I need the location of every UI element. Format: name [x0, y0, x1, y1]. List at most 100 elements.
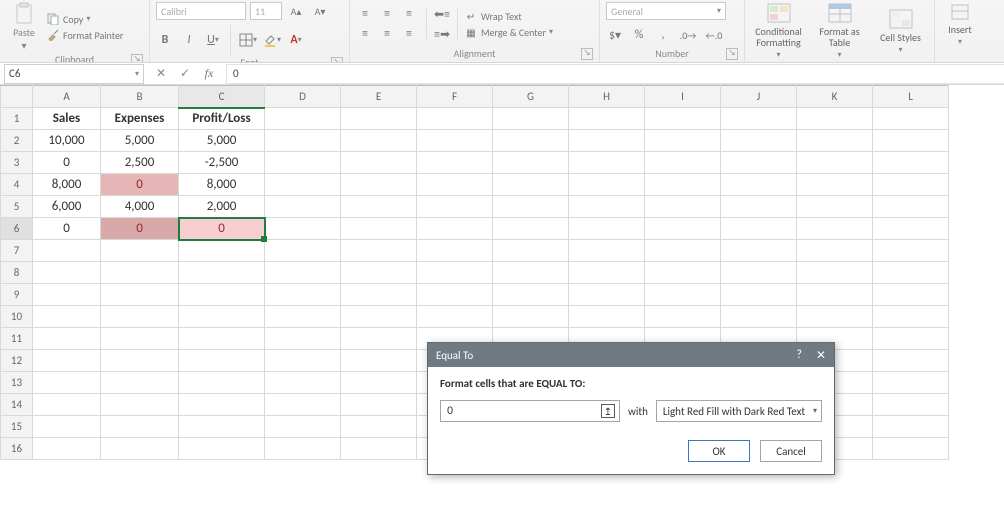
cell[interactable] — [341, 218, 417, 240]
cell[interactable] — [873, 130, 949, 152]
row-header[interactable]: 7 — [1, 240, 33, 262]
ok-button[interactable]: OK — [688, 440, 750, 462]
align-bottom[interactable]: ≡ — [400, 5, 418, 23]
cell[interactable] — [341, 152, 417, 174]
cell[interactable] — [721, 130, 797, 152]
cell[interactable] — [873, 196, 949, 218]
format-select[interactable]: Light Red Fill with Dark Red Text▾ — [656, 400, 822, 422]
cell[interactable] — [873, 240, 949, 262]
range-selector-icon[interactable]: ↥ — [601, 404, 615, 418]
cell[interactable] — [417, 174, 493, 196]
cell[interactable] — [33, 372, 101, 394]
cell[interactable] — [265, 438, 341, 460]
row-header[interactable]: 11 — [1, 328, 33, 350]
cell[interactable]: 2,500 — [101, 152, 179, 174]
help-icon[interactable]: ? — [796, 348, 802, 363]
cell[interactable] — [797, 152, 873, 174]
row-header[interactable]: 14 — [1, 394, 33, 416]
cell[interactable] — [265, 130, 341, 152]
cell[interactable] — [873, 262, 949, 284]
cell[interactable] — [645, 218, 721, 240]
cell[interactable]: 2,000 — [179, 196, 265, 218]
shrink-font-button[interactable]: A▾ — [310, 2, 330, 20]
cell[interactable] — [33, 306, 101, 328]
dialog-launcher-icon[interactable]: ↘ — [726, 48, 738, 60]
cell[interactable] — [797, 196, 873, 218]
align-right[interactable]: ≡ — [400, 25, 418, 43]
cell[interactable] — [265, 262, 341, 284]
col-header[interactable]: H — [569, 86, 645, 108]
cell[interactable] — [417, 240, 493, 262]
cell[interactable] — [33, 394, 101, 416]
cell[interactable] — [873, 372, 949, 394]
cell[interactable] — [721, 152, 797, 174]
cell[interactable] — [493, 174, 569, 196]
cell[interactable] — [341, 372, 417, 394]
cell[interactable] — [873, 218, 949, 240]
cell[interactable] — [493, 262, 569, 284]
align-left[interactable]: ≡ — [356, 25, 374, 43]
merge-center-button[interactable]: ▦ Merge & Center ▾ — [464, 25, 553, 39]
row-header[interactable]: 13 — [1, 372, 33, 394]
grow-font-button[interactable]: A▴ — [286, 2, 306, 20]
cancel-formula-icon[interactable]: ✕ — [154, 66, 168, 81]
font-color-button[interactable]: A▾ — [287, 31, 305, 49]
cell[interactable] — [721, 284, 797, 306]
row-header[interactable]: 12 — [1, 350, 33, 372]
cell[interactable] — [265, 394, 341, 416]
enter-formula-icon[interactable]: ✓ — [178, 66, 192, 81]
cell[interactable] — [179, 262, 265, 284]
cell[interactable] — [493, 196, 569, 218]
cell[interactable] — [645, 306, 721, 328]
cell[interactable] — [797, 108, 873, 130]
cell[interactable] — [721, 240, 797, 262]
col-header[interactable]: E — [341, 86, 417, 108]
format-painter-button[interactable]: Format Painter — [46, 28, 123, 42]
cell[interactable] — [721, 218, 797, 240]
cell[interactable] — [873, 152, 949, 174]
col-header[interactable]: D — [265, 86, 341, 108]
conditional-formatting-button[interactable]: Conditional Formatting▾ — [751, 2, 806, 61]
cell[interactable]: 0 — [101, 174, 179, 196]
italic-button[interactable]: I — [180, 31, 198, 49]
cell[interactable] — [569, 284, 645, 306]
font-size-select[interactable]: 11 — [250, 2, 282, 20]
cell[interactable] — [265, 306, 341, 328]
cell[interactable]: Profit/Loss — [179, 108, 265, 130]
cell[interactable] — [179, 350, 265, 372]
row-header[interactable]: 16 — [1, 438, 33, 460]
cell[interactable]: 0 — [101, 218, 179, 240]
cell[interactable] — [645, 130, 721, 152]
row-header[interactable]: 1 — [1, 108, 33, 130]
value-input[interactable] — [445, 404, 595, 418]
cell[interactable] — [569, 152, 645, 174]
cell[interactable] — [341, 328, 417, 350]
cell[interactable] — [101, 306, 179, 328]
cell[interactable] — [721, 108, 797, 130]
cell[interactable] — [341, 394, 417, 416]
accounting-format[interactable]: $▾ — [606, 26, 624, 44]
bold-button[interactable]: B — [156, 31, 174, 49]
cell[interactable] — [265, 152, 341, 174]
cell[interactable] — [179, 372, 265, 394]
cell[interactable]: 5,000 — [101, 130, 179, 152]
align-top[interactable]: ≡ — [356, 5, 374, 23]
cell[interactable] — [569, 306, 645, 328]
cell[interactable] — [179, 306, 265, 328]
cell[interactable] — [797, 284, 873, 306]
row-header[interactable]: 10 — [1, 306, 33, 328]
cell[interactable] — [645, 174, 721, 196]
cell[interactable] — [721, 306, 797, 328]
cell[interactable]: 10,000 — [33, 130, 101, 152]
cell[interactable] — [569, 240, 645, 262]
cell[interactable] — [721, 196, 797, 218]
cell[interactable] — [179, 394, 265, 416]
cell[interactable] — [265, 328, 341, 350]
cancel-button[interactable]: Cancel — [760, 440, 822, 462]
cell[interactable] — [101, 438, 179, 460]
cell[interactable] — [493, 240, 569, 262]
cell[interactable] — [493, 306, 569, 328]
paste-button[interactable]: Paste ▾ — [6, 2, 42, 52]
cell[interactable] — [873, 350, 949, 372]
row-header[interactable]: 2 — [1, 130, 33, 152]
